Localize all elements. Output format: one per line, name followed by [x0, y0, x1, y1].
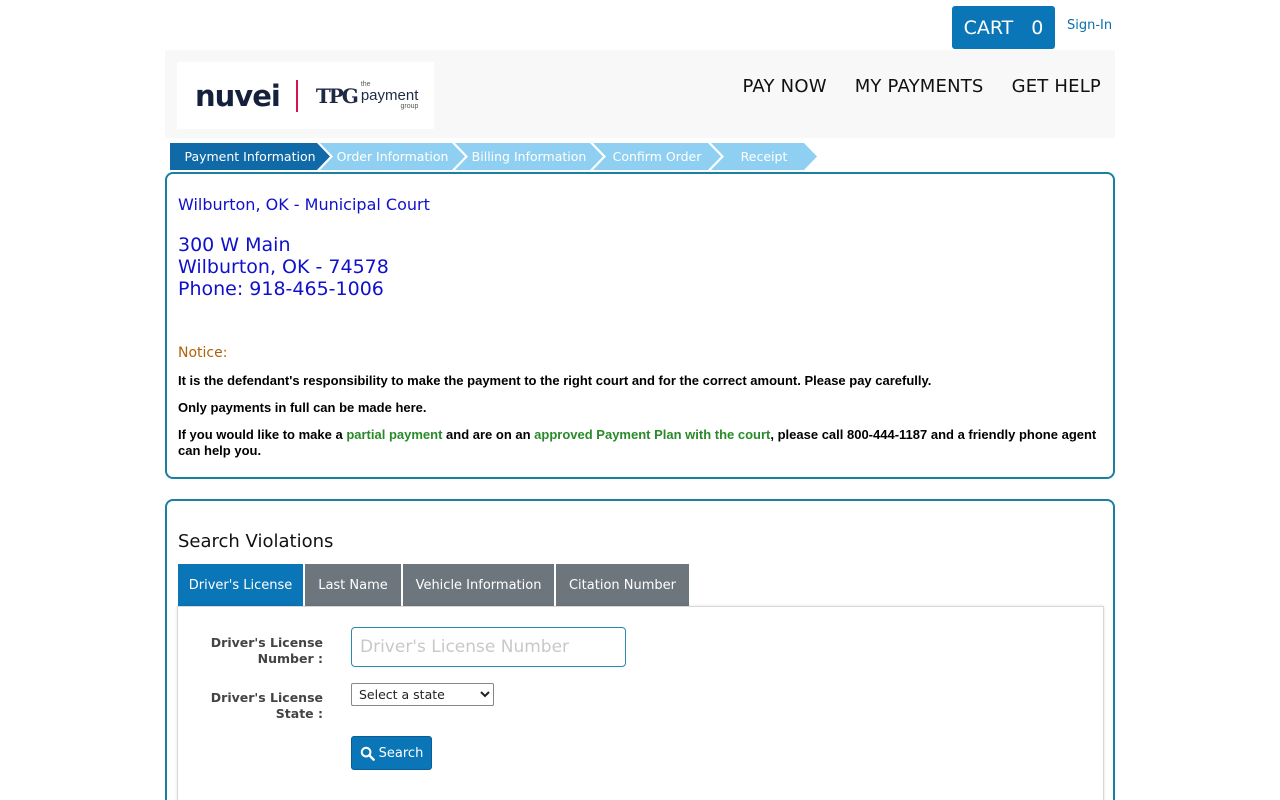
step-confirm-order: Confirm Order — [593, 143, 721, 170]
court-phone: Phone: 918-465-1006 — [178, 278, 384, 300]
search-button[interactable]: Search — [351, 736, 432, 770]
dl-number-label: Driver's License Number : — [210, 635, 323, 666]
notice-line-3: If you would like to make a partial paym… — [178, 427, 1103, 459]
step-order-information: Order Information — [320, 143, 465, 170]
nav-my-payments[interactable]: MY PAYMENTS — [855, 76, 984, 97]
tab-last-name[interactable]: Last Name — [305, 564, 401, 607]
search-button-label: Search — [378, 745, 424, 761]
court-name: Wilburton, OK - Municipal Court — [178, 195, 430, 214]
tab-drivers-license[interactable]: Driver's License — [178, 564, 303, 607]
cart-button[interactable]: CART 0 — [952, 6, 1055, 49]
dl-number-input[interactable] — [351, 627, 626, 667]
court-info-panel: Wilburton, OK - Municipal Court 300 W Ma… — [165, 172, 1115, 479]
dl-state-label: Driver's License State : — [210, 690, 323, 721]
tpg-logo: TPG the payment group — [316, 81, 419, 110]
tpg-line2: payment — [360, 87, 419, 104]
main-nav: PAY NOW MY PAYMENTS GET HELP — [743, 76, 1101, 97]
step-payment-information: Payment Information — [170, 143, 330, 170]
tpg-mark: TPG — [315, 83, 359, 108]
payment-plan-text: approved Payment Plan with the court — [534, 427, 771, 442]
site-header: nuvei TPG the payment group PAY NOW MY P… — [165, 50, 1115, 138]
court-street: 300 W Main — [178, 234, 291, 256]
notice-label: Notice: — [178, 345, 228, 361]
dl-state-select[interactable]: Select a state — [351, 683, 494, 706]
search-tabs: Driver's License Last Name Vehicle Infor… — [178, 564, 689, 607]
court-city: Wilburton, OK - 74578 — [178, 256, 389, 278]
nav-pay-now[interactable]: PAY NOW — [743, 76, 827, 97]
tpg-line3: group — [400, 103, 419, 110]
tpg-wordmark: the payment group — [361, 81, 419, 110]
logo[interactable]: nuvei TPG the payment group — [177, 62, 434, 129]
partial-payment-text: partial payment — [346, 427, 443, 442]
drivers-license-form: Driver's License Number : Driver's Licen… — [177, 606, 1104, 800]
tab-vehicle-information[interactable]: Vehicle Information — [403, 564, 554, 607]
nuvei-logo-text: nuvei — [195, 78, 281, 113]
logo-divider — [295, 79, 298, 112]
notice-line-2: Only payments in full can be made here. — [178, 400, 427, 415]
search-violations-panel: Search Violations Driver's License Last … — [165, 499, 1115, 800]
tab-citation-number[interactable]: Citation Number — [556, 564, 689, 607]
step-billing-information: Billing Information — [455, 143, 603, 170]
search-icon — [360, 746, 375, 761]
notice-line-3-b: and are on an — [442, 427, 535, 442]
cart-label: CART — [963, 16, 1014, 39]
step-receipt: Receipt — [711, 143, 817, 170]
search-title: Search Violations — [178, 531, 334, 552]
nav-get-help[interactable]: GET HELP — [1012, 76, 1101, 97]
court-address: 300 W Main Wilburton, OK - 74578 Phone: … — [178, 234, 389, 300]
cart-count: 0 — [1031, 16, 1044, 39]
page: CART 0 Sign-In nuvei TPG the payment gro… — [0, 0, 1280, 800]
notice-line-1: It is the defendant's responsibility to … — [178, 373, 932, 388]
notice-line-3-a: If you would like to make a — [178, 427, 347, 442]
checkout-steps: Payment Information Order Information Bi… — [170, 143, 807, 170]
sign-in-link[interactable]: Sign-In — [1067, 18, 1112, 33]
